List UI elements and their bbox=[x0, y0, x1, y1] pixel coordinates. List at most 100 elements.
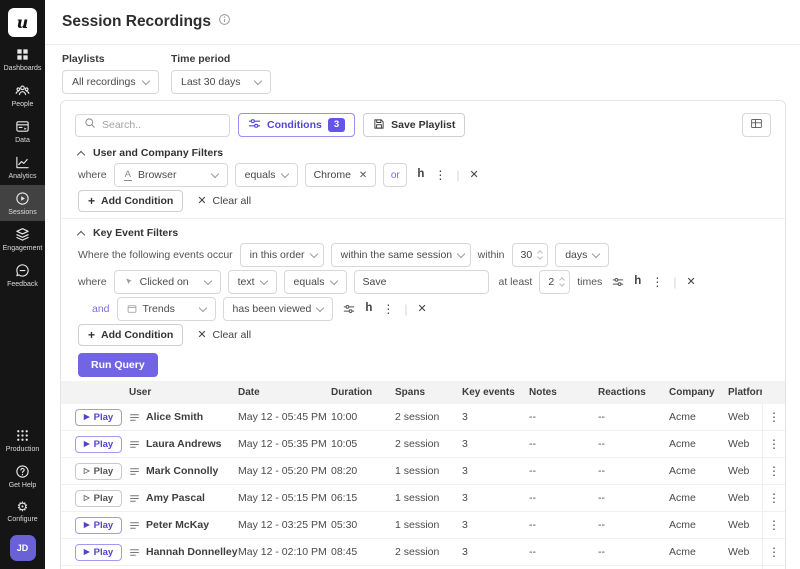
remove-condition-icon[interactable]: ✕ bbox=[469, 170, 478, 181]
duration-cell: 08:45 bbox=[331, 546, 395, 558]
stepper-icons[interactable] bbox=[560, 278, 564, 286]
play-button[interactable]: ▶Play bbox=[75, 409, 122, 426]
sidebar-label: People bbox=[12, 101, 34, 108]
event-value-input[interactable] bbox=[354, 270, 489, 294]
chevron-down-icon bbox=[309, 249, 317, 257]
event-value: Clicked on bbox=[140, 276, 189, 288]
row-kebab-button[interactable]: ⋮ bbox=[762, 512, 785, 538]
kebab-icon[interactable]: ⋮ bbox=[382, 303, 394, 315]
remove-condition-icon[interactable]: ✕ bbox=[686, 277, 695, 288]
info-icon[interactable] bbox=[218, 13, 231, 31]
sidebar-item-production[interactable]: Production bbox=[0, 422, 45, 458]
kebab-icon: ⋮ bbox=[768, 491, 780, 505]
event-dropdown[interactable]: Trends bbox=[117, 297, 216, 321]
app-logo[interactable]: u bbox=[8, 8, 37, 37]
nest-condition-icon[interactable]: h bbox=[365, 303, 372, 315]
company-cell: Acme bbox=[669, 546, 728, 558]
sidebar-bottom-nav: Production Get Help ⚙ Configure bbox=[0, 422, 45, 528]
sidebar-item-data[interactable]: Data bbox=[0, 113, 45, 149]
sidebar-item-configure[interactable]: ⚙ Configure bbox=[0, 494, 45, 528]
operator-value: equals bbox=[294, 276, 325, 288]
sidebar-item-dashboards[interactable]: Dashboards bbox=[0, 41, 45, 77]
play-button[interactable]: ▶Play bbox=[75, 436, 122, 453]
stepper-icons[interactable] bbox=[538, 251, 542, 259]
nest-condition-icon[interactable]: h bbox=[417, 169, 424, 181]
date-cell: May 12 - 05:45 PM bbox=[238, 411, 331, 423]
adjust-filters-icon[interactable] bbox=[612, 276, 624, 288]
operator-dropdown[interactable]: equals bbox=[284, 270, 347, 294]
operator-value: has been viewed bbox=[233, 303, 312, 315]
or-connector[interactable]: or bbox=[383, 163, 407, 187]
sidebar-item-engagement[interactable]: Engagement bbox=[0, 221, 45, 257]
play-button[interactable]: ▶Play bbox=[75, 517, 122, 534]
play-button[interactable]: ▶Play bbox=[75, 544, 122, 561]
clear-all-button[interactable]: ✕ Clear all bbox=[197, 329, 251, 341]
kebab-icon[interactable]: ⋮ bbox=[434, 169, 446, 181]
row-kebab-button[interactable]: ⋮ bbox=[762, 404, 785, 430]
kebab-icon[interactable]: ⋮ bbox=[651, 276, 663, 288]
play-label: Play bbox=[94, 439, 114, 450]
row-kebab-button[interactable]: ⋮ bbox=[762, 539, 785, 565]
table-grid-icon bbox=[750, 117, 763, 133]
order-dropdown[interactable]: in this order bbox=[240, 243, 324, 267]
user-company-filters-header[interactable]: User and Company Filters bbox=[61, 143, 785, 163]
nest-condition-icon[interactable]: h bbox=[634, 276, 641, 288]
spans-cell: 1 session bbox=[395, 465, 462, 477]
search-input[interactable] bbox=[102, 119, 221, 131]
session-list-icon bbox=[129, 520, 140, 531]
play-button[interactable]: ▷Play bbox=[75, 490, 122, 507]
row-kebab-button[interactable]: ⋮ bbox=[762, 485, 785, 511]
row-kebab-button[interactable]: ⋮ bbox=[762, 458, 785, 484]
kebab-icon: ⋮ bbox=[768, 464, 780, 478]
sidebar-item-get-help[interactable]: Get Help bbox=[0, 458, 45, 494]
dashboards-icon bbox=[15, 47, 30, 62]
key-event-filters-header[interactable]: Key Event Filters bbox=[61, 223, 785, 243]
unit-dropdown[interactable]: days bbox=[555, 243, 609, 267]
table-view-button[interactable] bbox=[742, 113, 771, 137]
operator-dropdown[interactable]: has been viewed bbox=[223, 297, 334, 321]
clear-all-button[interactable]: ✕ Clear all bbox=[197, 195, 251, 207]
within-value: 30 bbox=[521, 249, 533, 261]
adjust-filters-icon[interactable] bbox=[343, 303, 355, 315]
add-condition-button[interactable]: + Add Condition bbox=[78, 190, 183, 212]
row-kebab-button[interactable]: ⋮ bbox=[762, 431, 785, 457]
chevron-up-icon bbox=[77, 150, 85, 158]
add-condition-label: Add Condition bbox=[101, 195, 173, 207]
sidebar-item-analytics[interactable]: Analytics bbox=[0, 149, 45, 185]
time-period-dropdown[interactable]: Last 30 days bbox=[171, 70, 271, 94]
user-name: Mark Connolly bbox=[146, 465, 218, 477]
conditions-button[interactable]: Conditions 3 bbox=[238, 113, 355, 137]
within-number-input[interactable]: 30 bbox=[512, 243, 549, 267]
chevron-up-icon bbox=[77, 230, 85, 238]
sidebar-item-people[interactable]: People bbox=[0, 77, 45, 113]
kebab-icon: ⋮ bbox=[768, 410, 780, 424]
add-condition-button[interactable]: + Add Condition bbox=[78, 324, 183, 346]
play-button[interactable]: ▷Play bbox=[75, 463, 122, 480]
count-number-input[interactable]: 2 bbox=[539, 270, 570, 294]
save-playlist-button[interactable]: Save Playlist bbox=[363, 113, 465, 137]
playlists-dropdown[interactable]: All recordings bbox=[62, 70, 159, 94]
engagement-icon bbox=[15, 227, 30, 242]
play-icon: ▷ bbox=[84, 494, 90, 502]
field-dropdown[interactable]: A Browser bbox=[114, 163, 228, 187]
user-name: Peter McKay bbox=[146, 519, 209, 531]
date-cell: May 12 - 02:10 PM bbox=[238, 546, 331, 558]
people-icon bbox=[15, 83, 30, 98]
run-query-button[interactable]: Run Query bbox=[78, 353, 158, 377]
event-dropdown[interactable]: Clicked on bbox=[114, 270, 221, 294]
column-header-company: Company bbox=[669, 387, 728, 398]
recordings-table: User Date Duration Spans Key events Note… bbox=[61, 381, 785, 569]
user-avatar[interactable]: JD bbox=[10, 535, 36, 561]
value-tag-box: Chrome ✕ bbox=[305, 163, 377, 187]
property-dropdown[interactable]: text bbox=[228, 270, 277, 294]
play-label: Play bbox=[94, 466, 114, 477]
operator-dropdown[interactable]: equals bbox=[235, 163, 298, 187]
remove-tag-icon[interactable]: ✕ bbox=[359, 170, 367, 181]
scope-dropdown[interactable]: within the same session bbox=[331, 243, 471, 267]
section-title: User and Company Filters bbox=[93, 147, 223, 159]
sidebar-item-sessions[interactable]: Sessions bbox=[0, 185, 45, 221]
sidebar-item-feedback[interactable]: Feedback bbox=[0, 257, 45, 293]
and-label: and bbox=[92, 303, 110, 315]
remove-condition-icon[interactable]: ✕ bbox=[418, 304, 427, 315]
conditions-count-badge: 3 bbox=[328, 118, 345, 132]
